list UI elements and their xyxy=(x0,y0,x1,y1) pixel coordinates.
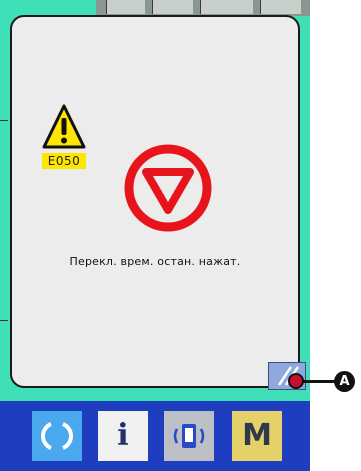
mode-button-label: M xyxy=(242,418,272,453)
background-tick xyxy=(0,320,8,321)
mode-button[interactable]: M xyxy=(232,411,282,461)
error-message: Перекл. врем. остан. нажат. xyxy=(69,255,241,268)
ready-button[interactable] xyxy=(32,411,82,461)
info-icon: i xyxy=(117,418,129,453)
warning-triangle-icon xyxy=(42,104,86,149)
callout-marker xyxy=(288,373,304,389)
error-code-badge: E050 xyxy=(42,153,86,169)
warning-block: E050 xyxy=(42,103,86,181)
information-button[interactable]: i xyxy=(98,411,148,461)
bottom-bar: i M xyxy=(0,401,310,471)
hidden-top-toolbar xyxy=(96,0,310,16)
toolbar-segment xyxy=(106,0,145,14)
callout-label: A xyxy=(334,371,355,392)
refresh-icon xyxy=(41,422,73,450)
toolbar-segment xyxy=(200,0,253,14)
callout-line xyxy=(298,380,338,383)
communication-button[interactable] xyxy=(164,411,214,461)
communication-icon xyxy=(173,424,205,448)
error-dialog: E050 Перекл. врем. остан. нажат. xyxy=(10,15,306,390)
toolbar-segment xyxy=(152,0,193,14)
background-tick xyxy=(0,120,8,121)
toolbar-segment xyxy=(260,0,301,14)
panel-screen: E050 Перекл. врем. остан. нажат. xyxy=(0,0,310,401)
stop-sign-icon xyxy=(124,144,212,232)
